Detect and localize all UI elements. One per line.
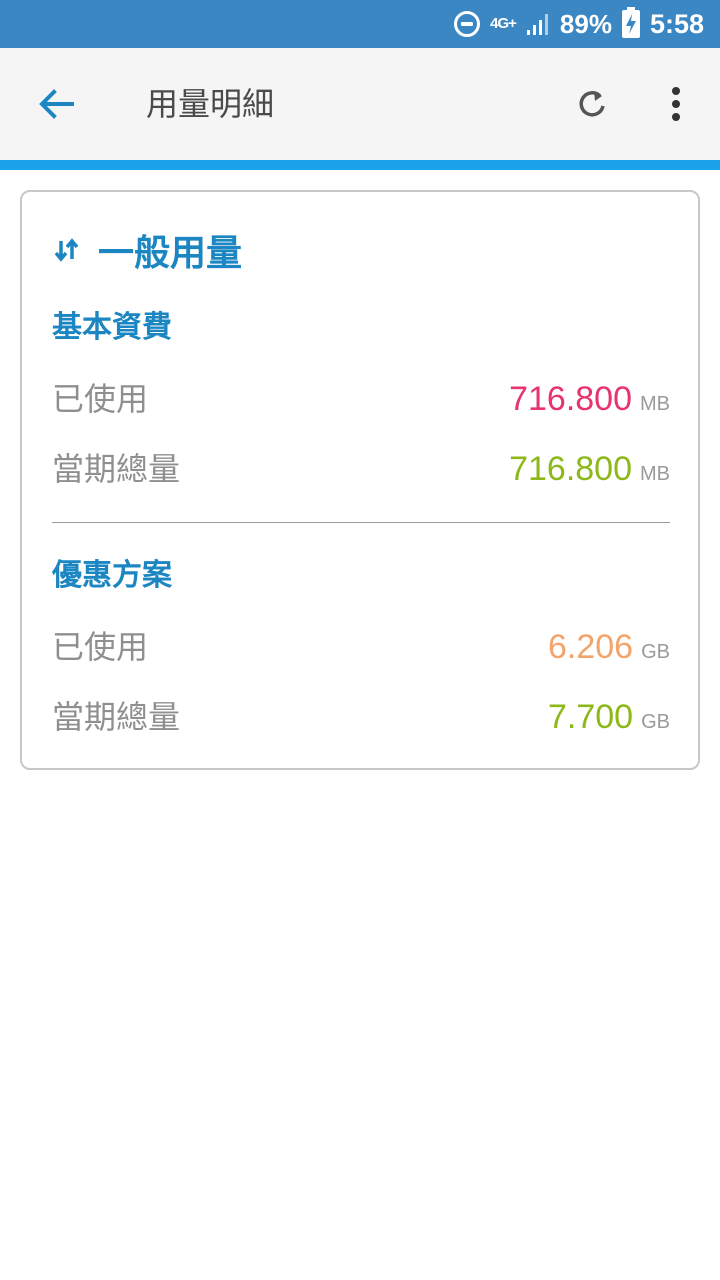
app-toolbar: 用量明細 <box>0 48 720 160</box>
battery-charging-icon <box>621 7 640 38</box>
row-number: 6.206 <box>548 628 634 666</box>
arrow-back-icon <box>39 89 74 119</box>
usage-row-promo-used: 已使用 6.206 GB <box>52 622 670 672</box>
card-header: 一般用量 <box>52 224 242 276</box>
signal-icon <box>526 12 550 36</box>
row-number: 7.700 <box>548 698 634 736</box>
more-options-button[interactable] <box>650 78 702 130</box>
row-label: 已使用 <box>52 380 149 418</box>
data-transfer-icon <box>52 235 82 265</box>
network-4g-icon: 4G+ <box>490 15 517 32</box>
row-unit: MB <box>640 463 670 485</box>
row-value: 716.800 MB <box>509 450 670 489</box>
back-button[interactable] <box>30 78 82 130</box>
usage-row-promo-total: 當期總量 7.700 GB <box>52 692 670 742</box>
row-label: 當期總量 <box>52 450 181 488</box>
card-title: 一般用量 <box>98 233 243 274</box>
page-title: 用量明細 <box>146 85 275 123</box>
clock: 5:58 <box>649 8 704 39</box>
row-label: 當期總量 <box>52 698 181 736</box>
row-number: 716.800 <box>509 380 632 418</box>
usage-row-basic-total: 當期總量 716.800 MB <box>52 444 670 494</box>
row-value: 6.206 GB <box>548 628 670 667</box>
section-title-promo: 優惠方案 <box>52 558 172 593</box>
do-not-disturb-icon <box>454 11 481 37</box>
status-bar: 4G+ 89% 5:58 <box>0 0 720 48</box>
section-divider <box>52 522 670 523</box>
toolbar-accent-line <box>0 160 720 170</box>
row-unit: MB <box>640 393 670 415</box>
refresh-button[interactable] <box>566 78 618 130</box>
battery-percent: 89% <box>559 8 612 39</box>
more-vert-icon <box>672 87 680 121</box>
row-unit: GB <box>641 711 670 733</box>
usage-row-basic-used: 已使用 716.800 MB <box>52 374 670 424</box>
refresh-icon <box>579 91 605 117</box>
usage-card: 一般用量 基本資費 已使用 716.800 MB 當期總量 716.800 MB… <box>20 190 700 770</box>
row-unit: GB <box>641 641 670 663</box>
section-title-basic: 基本資費 <box>52 310 172 345</box>
row-label: 已使用 <box>52 628 149 666</box>
network-type-label: 4G+ <box>490 15 517 32</box>
row-value: 716.800 MB <box>509 380 670 419</box>
row-value: 7.700 GB <box>548 698 670 737</box>
row-number: 716.800 <box>509 450 632 488</box>
